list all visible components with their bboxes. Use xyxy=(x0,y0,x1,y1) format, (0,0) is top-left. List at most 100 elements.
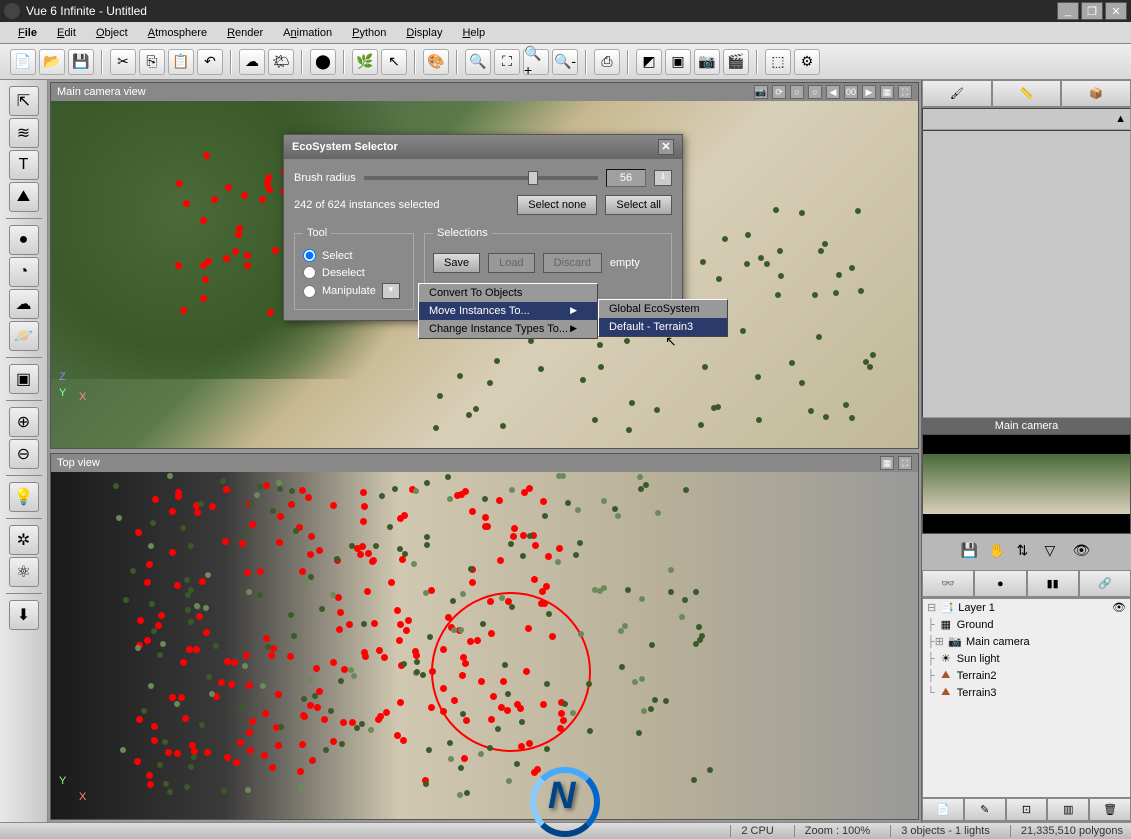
snapshot-icon[interactable]: ⎙ xyxy=(594,49,620,75)
rock-icon[interactable]: ◔ xyxy=(9,257,39,287)
menu-file[interactable]: File xyxy=(8,24,47,42)
menu-object[interactable]: Object xyxy=(86,24,138,42)
tab-layers[interactable]: 👓 xyxy=(922,570,974,597)
eye-icon[interactable]: 👁 xyxy=(1073,542,1093,562)
menu-display[interactable]: Display xyxy=(396,24,452,42)
tab-materials[interactable]: ● xyxy=(974,570,1026,597)
menu-animation[interactable]: Animation xyxy=(273,24,342,42)
select-none-button[interactable]: Select none xyxy=(517,195,597,215)
prism-icon[interactable]: ▽ xyxy=(1045,542,1065,562)
new-icon[interactable]: 📄 xyxy=(10,49,36,75)
radio-manipulate[interactable]: Manipulate ▾ xyxy=(303,281,405,301)
save-preview-icon[interactable]: 💾 xyxy=(961,542,981,562)
vp-refresh-icon[interactable]: ⟳ xyxy=(772,85,786,99)
close-button[interactable]: ✕ xyxy=(1105,2,1127,20)
layer-layer1[interactable]: ⊟📑Layer 1👁 xyxy=(923,599,1130,616)
film-icon[interactable]: 🎬 xyxy=(723,49,749,75)
light-icon[interactable]: 💡 xyxy=(9,482,39,512)
btn-edit-layer[interactable]: ✎ xyxy=(964,798,1006,821)
vp-opt2-icon[interactable]: ○ xyxy=(808,85,822,99)
tab-brush[interactable]: 🖌 xyxy=(922,80,992,107)
brush-radius-slider[interactable] xyxy=(364,176,598,180)
btn-group-layer[interactable]: ⊡ xyxy=(1006,798,1048,821)
ctx-convert-to-objects[interactable]: Convert To Objects xyxy=(419,284,597,302)
palette-icon[interactable]: 🎨 xyxy=(423,49,449,75)
vp-top-wire-icon[interactable]: ▦ xyxy=(880,456,894,470)
btn-new-layer[interactable]: 📄 xyxy=(922,798,964,821)
pan-icon[interactable]: ✋ xyxy=(989,542,1009,562)
cloud-icon[interactable]: ☁ xyxy=(9,289,39,319)
paste-icon[interactable]: 📋 xyxy=(168,49,194,75)
bool-union-icon[interactable]: ⊕ xyxy=(9,407,39,437)
ctx-default-terrain3[interactable]: Default - Terrain3 xyxy=(599,318,727,336)
layer-ground[interactable]: ├▦Ground xyxy=(923,616,1130,633)
select-tool-icon[interactable]: ⇱ xyxy=(9,86,39,116)
sphere-primitive-icon[interactable]: ● xyxy=(9,225,39,255)
terrain-icon[interactable]: ⛰ xyxy=(9,182,39,212)
menu-help[interactable]: Help xyxy=(452,24,495,42)
btn-vis-layer[interactable]: ▥ xyxy=(1047,798,1089,821)
render-preview-icon[interactable]: ◩ xyxy=(636,49,662,75)
tab-ruler[interactable]: 📏 xyxy=(992,80,1062,107)
zoom-out-icon[interactable]: 🔍- xyxy=(552,49,578,75)
vp-max-icon[interactable]: ⛶ xyxy=(898,85,912,99)
planet-icon[interactable]: 🪐 xyxy=(9,321,39,351)
cut-icon[interactable]: ✂ xyxy=(110,49,136,75)
sun-clouds-icon[interactable]: 🌤 xyxy=(268,49,294,75)
tab-links[interactable]: 🔗 xyxy=(1079,570,1131,597)
tab-lib[interactable]: ▮▮ xyxy=(1027,570,1079,597)
vp-top-max-icon[interactable]: ⛶ xyxy=(898,456,912,470)
camera-icon[interactable]: 📷 xyxy=(694,49,720,75)
maximize-button[interactable]: ❐ xyxy=(1081,2,1103,20)
manipulate-dropdown-button[interactable]: ▾ xyxy=(382,283,400,299)
menu-atmosphere[interactable]: Atmosphere xyxy=(138,24,217,42)
select-all-button[interactable]: Select all xyxy=(605,195,672,215)
save-icon[interactable]: 💾 xyxy=(68,49,94,75)
text-tool-icon[interactable]: T xyxy=(9,150,39,180)
viewport-top[interactable]: Top view ▦ ⛶ Y X xyxy=(50,453,919,820)
minimize-button[interactable]: _ xyxy=(1057,2,1079,20)
region-icon[interactable]: ⬚ xyxy=(765,49,791,75)
open-icon[interactable]: 📂 xyxy=(39,49,65,75)
load-selection-button[interactable]: Load xyxy=(488,253,534,273)
layer-sun-light[interactable]: ├☀Sun light xyxy=(923,650,1130,667)
layer-terrain2[interactable]: ├⛰Terrain2 xyxy=(923,667,1130,684)
vp-next-icon[interactable]: ▶ xyxy=(862,85,876,99)
vp-wire-icon[interactable]: ▦ xyxy=(880,85,894,99)
brush-apply-icon[interactable]: ⇓ xyxy=(654,170,672,186)
ctx-move-instances-to[interactable]: Move Instances To...▶ xyxy=(419,302,597,320)
water-icon[interactable]: ≋ xyxy=(9,118,39,148)
save-selection-button[interactable]: Save xyxy=(433,253,480,273)
import-icon[interactable]: ⬇ xyxy=(9,600,39,630)
brush-radius-input[interactable] xyxy=(606,169,646,187)
zoom-in-icon[interactable]: 🔍+ xyxy=(523,49,549,75)
layer-terrain3[interactable]: └⛰Terrain3 xyxy=(923,684,1130,701)
pointer-icon[interactable]: ↖ xyxy=(381,49,407,75)
btn-del-layer[interactable]: 🗑 xyxy=(1089,798,1131,821)
vp-snap-icon[interactable]: 📷 xyxy=(754,85,768,99)
ctx-change-instance-types[interactable]: Change Instance Types To...▶ xyxy=(419,320,597,338)
fan-icon[interactable]: ✲ xyxy=(9,525,39,555)
render-icon[interactable]: ▣ xyxy=(665,49,691,75)
dialog-close-button[interactable]: ✕ xyxy=(658,139,674,155)
vp-prev-icon[interactable]: ◀ xyxy=(826,85,840,99)
dynamics-icon[interactable]: ⚛ xyxy=(9,557,39,587)
radio-select[interactable]: Select xyxy=(303,247,405,264)
layer-main-camera[interactable]: ├⊞📷Main camera xyxy=(923,633,1130,650)
menu-edit[interactable]: Edit xyxy=(47,24,86,42)
undo-icon[interactable]: ↶ xyxy=(197,49,223,75)
vp-frame-icon[interactable]: 00 xyxy=(844,85,858,99)
zoom-fit-icon[interactable]: ⛶ xyxy=(494,49,520,75)
bool-subtract-icon[interactable]: ⊖ xyxy=(9,439,39,469)
material-icon[interactable]: ⬤ xyxy=(310,49,336,75)
vp-opt1-icon[interactable]: ○ xyxy=(790,85,804,99)
copy-icon[interactable]: ⎘ xyxy=(139,49,165,75)
orbit-icon[interactable]: ⇅ xyxy=(1017,542,1037,562)
zoom-icon[interactable]: 🔍 xyxy=(465,49,491,75)
atmosphere-icon[interactable]: ☁ xyxy=(239,49,265,75)
discard-selection-button[interactable]: Discard xyxy=(543,253,602,273)
menu-python[interactable]: Python xyxy=(342,24,396,42)
options-icon[interactable]: ⚙ xyxy=(794,49,820,75)
radio-deselect[interactable]: Deselect xyxy=(303,264,405,281)
ctx-global-ecosystem[interactable]: Global EcoSystem xyxy=(599,300,727,318)
